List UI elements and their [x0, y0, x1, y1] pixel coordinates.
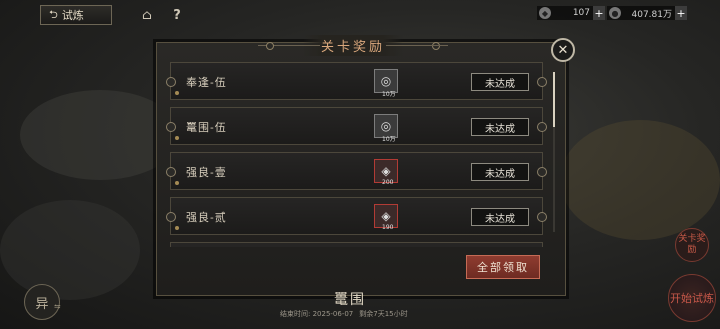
row-ornament: [166, 212, 176, 222]
reward-stage-name: 强良-壹: [186, 166, 227, 179]
coin-icon: ●: [609, 7, 621, 19]
start-trial-button[interactable]: 开始试炼: [668, 274, 716, 322]
row-ornament: [537, 212, 547, 222]
close-button[interactable]: ✕: [551, 38, 575, 62]
row-ornament: [537, 167, 547, 177]
stage-reward-button[interactable]: 关卡奖励: [675, 228, 709, 262]
background-cloud: [560, 120, 720, 240]
reward-row: 奉逢-伍 ◎ 10万 未达成: [166, 62, 547, 100]
reward-quantity: 10万: [382, 136, 396, 143]
reward-row: 强良-壹 ◈ 200 未达成: [166, 152, 547, 190]
title-ornament: [266, 42, 274, 50]
row-ornament: [175, 136, 179, 140]
add-diamond-button[interactable]: +: [593, 6, 605, 20]
end-time-label: 结束时间: 2025-06-07: [280, 310, 354, 318]
reward-status-button[interactable]: 未达成: [471, 163, 529, 181]
swap-icon: ⇋: [54, 302, 61, 311]
stage-title: 鼍围: [334, 292, 366, 308]
question-icon: ?: [173, 7, 181, 23]
diamond-value: 107: [572, 8, 590, 18]
title-ornament: [432, 42, 440, 50]
add-coin-button[interactable]: +: [675, 6, 687, 20]
title-divider: [386, 45, 448, 46]
reward-row: 强良-贰 ◈ 190 未达成: [166, 197, 547, 235]
coin-currency: ● 407.81万 +: [607, 6, 687, 20]
remaining-time-label: 剩余7天15小时: [359, 310, 408, 318]
reward-row: 鼍围-伍 ◎ 10万 未达成: [166, 107, 547, 145]
reward-quantity: 190: [382, 224, 394, 231]
home-icon: ⌂: [142, 7, 152, 23]
close-icon: ✕: [557, 42, 569, 58]
help-button[interactable]: ?: [168, 6, 186, 24]
row-ornament: [175, 226, 179, 230]
diamond-currency: ◆ 107 +: [537, 6, 605, 20]
reward-quantity: 10万: [382, 91, 396, 98]
reward-stage-name: 奉逢-伍: [186, 76, 227, 89]
top-bar: ⮌ 试炼 ⌂ ? ◆ 107 + ● 407.81万 +: [0, 0, 720, 30]
row-ornament: [166, 77, 176, 87]
background-cloud: [0, 200, 140, 300]
row-ornament: [537, 122, 547, 132]
reward-status-button[interactable]: 未达成: [471, 73, 529, 91]
reward-quantity: 200: [382, 179, 394, 186]
reward-row-partial: [170, 242, 543, 247]
diamond-icon: ◆: [539, 7, 551, 19]
dialog-title-bar: 关卡奖励: [258, 34, 448, 56]
end-time-text: 结束时间: 2025-06-07 剩余7天15小时: [280, 309, 460, 319]
row-ornament: [175, 181, 179, 185]
row-ornament: [537, 77, 547, 87]
scrollbar-thumb[interactable]: [553, 72, 555, 127]
back-arrow-icon: ⮌: [49, 7, 58, 21]
row-ornament: [166, 122, 176, 132]
home-button[interactable]: ⌂: [138, 6, 156, 24]
row-ornament: [175, 91, 179, 95]
reward-stage-name: 鼍围-伍: [186, 121, 227, 134]
row-ornament: [166, 167, 176, 177]
reward-status-button[interactable]: 未达成: [471, 208, 529, 226]
reward-stage-name: 强良-贰: [186, 211, 227, 224]
reward-status-button[interactable]: 未达成: [471, 118, 529, 136]
coin-value: 407.81万: [631, 9, 673, 20]
back-label: 试炼: [61, 9, 84, 22]
claim-all-button[interactable]: 全部领取: [466, 255, 540, 279]
back-button[interactable]: ⮌ 试炼: [40, 5, 112, 25]
